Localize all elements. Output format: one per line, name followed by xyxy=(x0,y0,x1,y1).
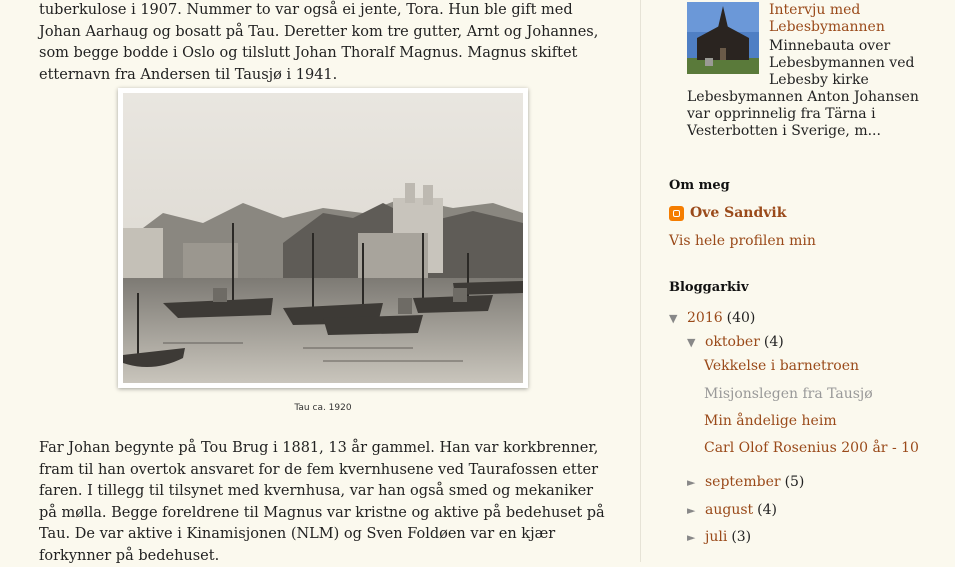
archive-month-link[interactable]: august xyxy=(705,502,753,518)
profile-row: Ove Sandvik xyxy=(669,205,786,221)
archive-heading: Bloggarkiv xyxy=(669,280,749,295)
archive-year-link[interactable]: 2016 xyxy=(687,310,723,326)
archive-month-count: (4) xyxy=(757,502,777,518)
expand-triangle-icon[interactable]: ► xyxy=(687,504,705,517)
popular-post-snippet: Minnebauta over Lebesbymannen ved Lebesb… xyxy=(769,38,915,88)
article-paragraph-2: Far Johan begynte på Tou Brug i 1881, 13… xyxy=(39,440,605,564)
archive-month-oktober[interactable]: ▼ oktober (4) xyxy=(687,334,784,350)
archive-year-count: (40) xyxy=(726,310,756,326)
collapse-triangle-icon[interactable]: ▼ xyxy=(687,336,705,349)
expand-triangle-icon[interactable]: ► xyxy=(687,476,705,489)
archive-post-link[interactable]: Vekkelse i barnetroen xyxy=(704,358,859,374)
archive-post-link[interactable]: Misjonslegen fra Tausjø xyxy=(704,386,873,402)
popular-post-title[interactable]: Intervju med Lebesbymannen xyxy=(769,2,919,36)
blogger-icon xyxy=(669,205,684,221)
main-column: tuberkulose i 1907. Nummer to var også e… xyxy=(0,0,641,564)
archive-month-count: (4) xyxy=(763,334,784,350)
harbor-photo[interactable] xyxy=(118,88,528,388)
profile-name-link[interactable]: Ove Sandvik xyxy=(690,205,786,221)
about-heading: Om meg xyxy=(669,178,730,193)
archive-month-september[interactable]: ► september (5) xyxy=(687,474,804,490)
popular-post-snippet-continued: Lebesbymannen Anton Johansen var opprinn… xyxy=(687,89,919,139)
expand-triangle-icon[interactable]: ► xyxy=(687,531,705,544)
article-paragraph-1: tuberkulose i 1907. Nummer to var også e… xyxy=(39,2,599,83)
collapse-triangle-icon[interactable]: ▼ xyxy=(669,312,687,325)
archive-post-link[interactable]: Min åndelige heim xyxy=(704,413,837,429)
archive-month-link[interactable]: oktober xyxy=(705,334,760,350)
archive-month-count: (3) xyxy=(731,529,752,545)
archive-month-link[interactable]: juli xyxy=(705,529,727,545)
harbor-photo-image xyxy=(123,93,523,383)
archive-month-link[interactable]: september xyxy=(705,474,781,490)
sidebar: Intervju med Lebesbymannen Minnebauta ov… xyxy=(641,0,955,562)
view-profile-link[interactable]: Vis hele profilen min xyxy=(669,233,816,249)
archive-post-link[interactable]: Carl Olof Rosenius 200 år - 10 xyxy=(704,440,919,456)
archive-month-count: (5) xyxy=(784,474,805,490)
archive-month-august[interactable]: ► august (4) xyxy=(687,502,777,518)
photo-caption: Tau ca. 1920 xyxy=(294,403,352,413)
archive-year-2016[interactable]: ▼ 2016 (40) xyxy=(669,310,755,326)
church-thumbnail[interactable] xyxy=(687,2,759,74)
archive-month-juli[interactable]: ► juli (3) xyxy=(687,529,751,545)
